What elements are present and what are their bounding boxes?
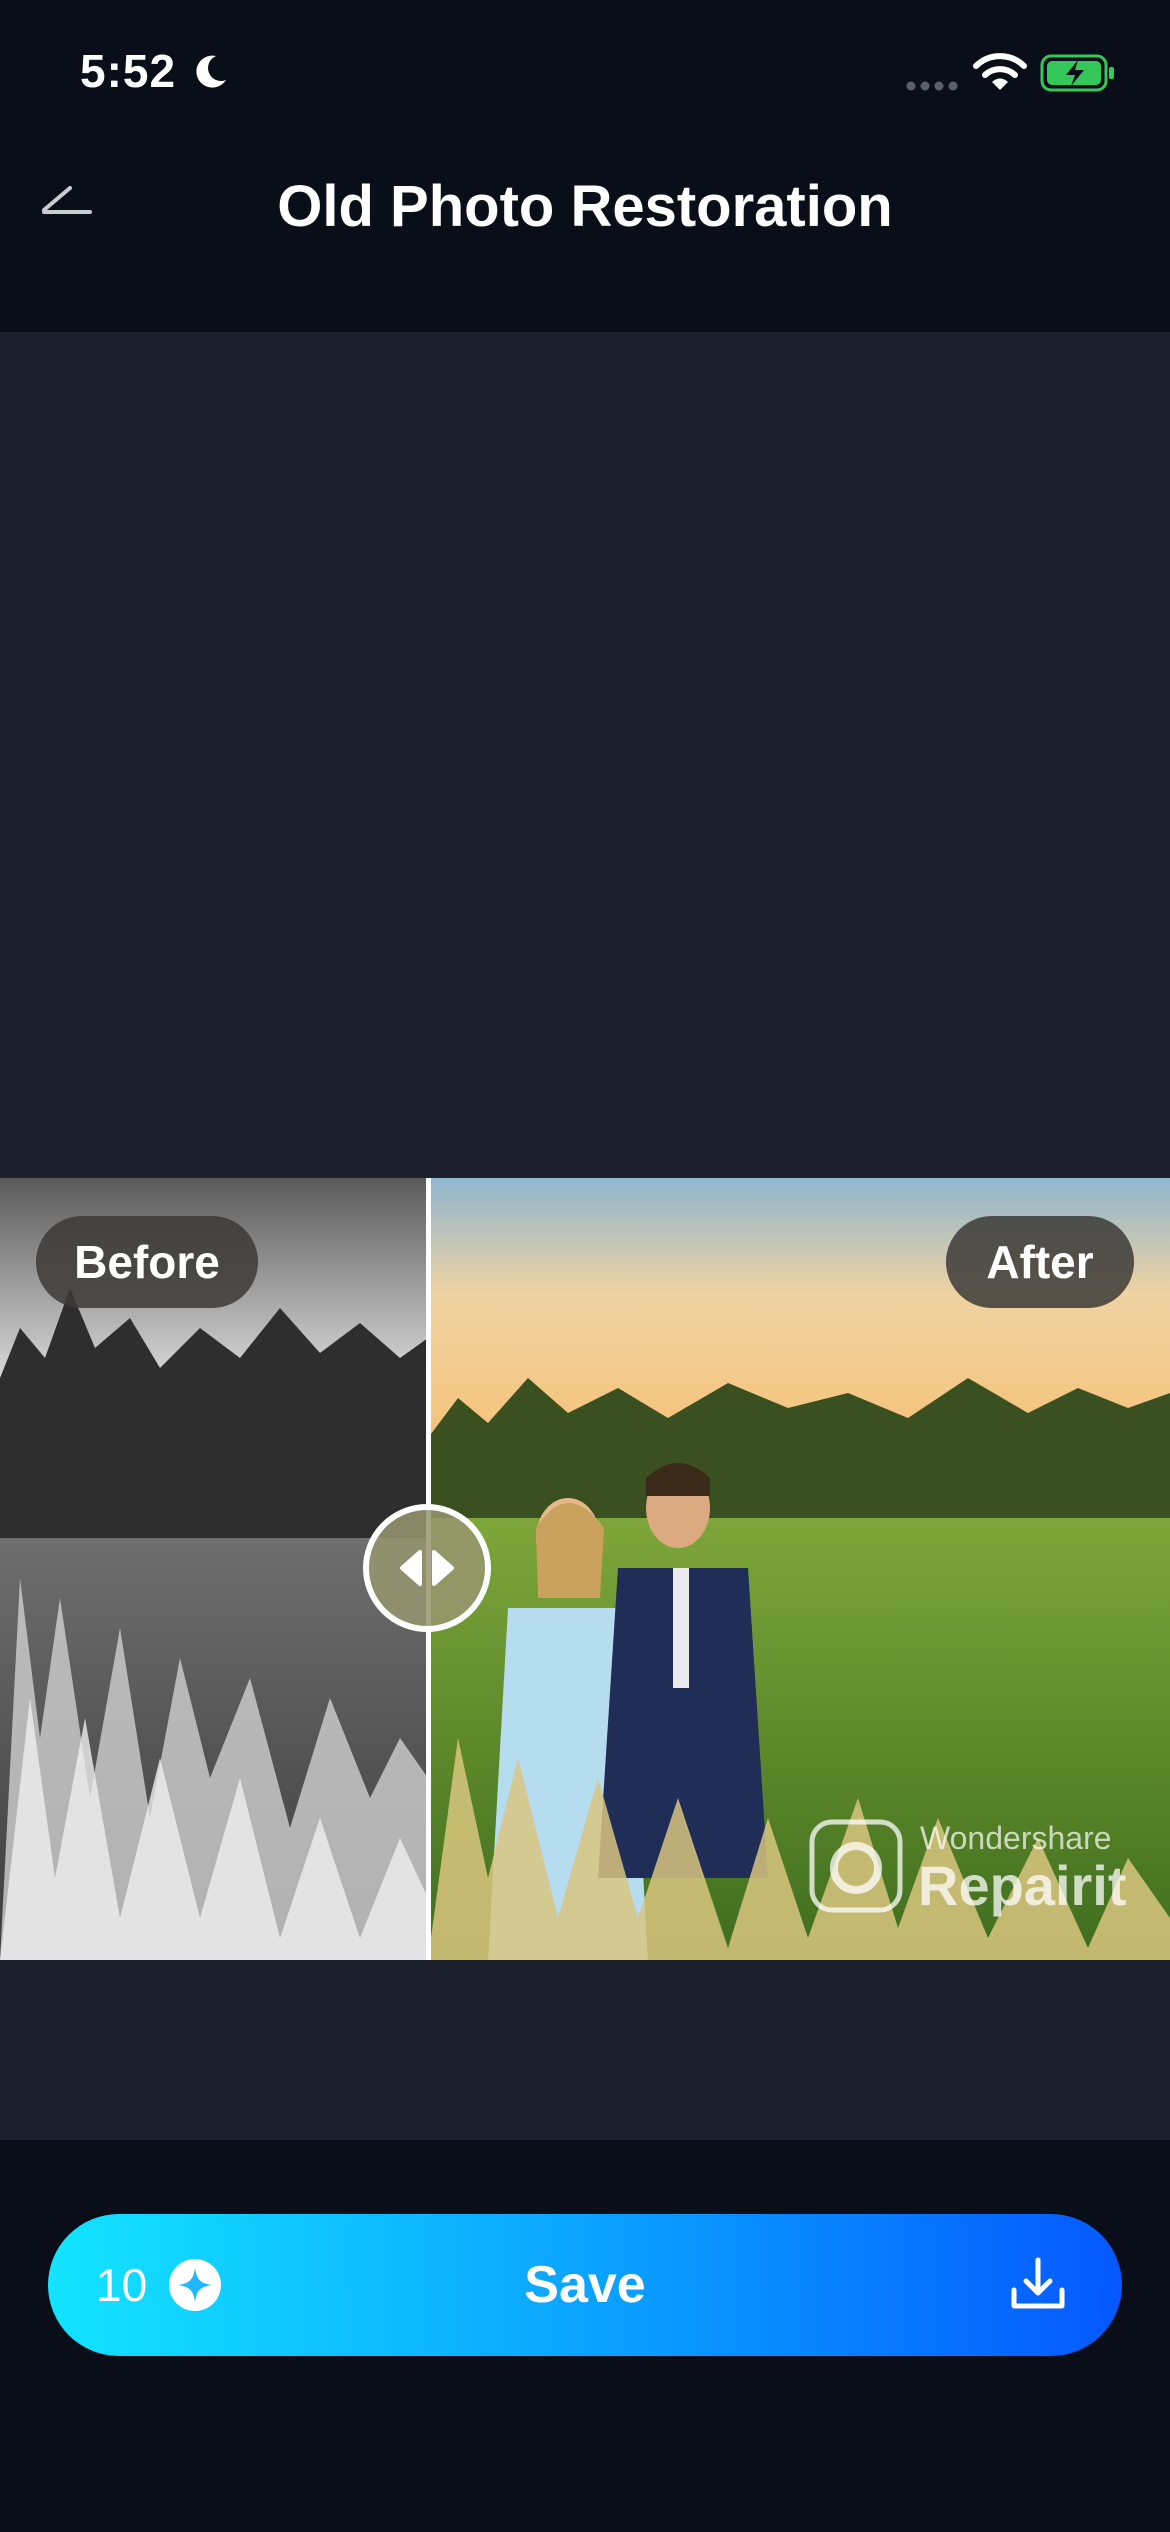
download-icon [1011,2257,1065,2309]
save-label: Save [524,2256,646,2314]
screen: 5:52 Old Photo Restoration Before After … [0,0,1170,2532]
save-button[interactable]: 10 Save [48,2214,1122,2356]
page-title: Old Photo Restoration [277,174,893,239]
cellular-icon [906,81,958,91]
watermark-product: Repairit [918,1854,1127,1917]
repairit-logo-icon [809,1819,903,1913]
status-time: 5:52 [80,45,177,97]
battery-charging-icon [1040,54,1114,92]
compare-slider-handle[interactable] [363,1504,491,1632]
wifi-icon [973,53,1027,90]
comparison-view[interactable]: Before After Wondershare Repairit [0,1178,1170,1960]
after-label: After [946,1216,1134,1308]
before-label: Before [36,1216,258,1308]
content-area: Before After Wondershare Repairit [0,332,1170,2140]
left-right-arrows-icon [400,1550,454,1586]
watermark: Wondershare Repairit [808,1818,1140,1918]
moon-icon [196,55,226,88]
watermark-brand: Wondershare [920,1820,1112,1856]
status-bar: 5:52 [0,0,1170,140]
